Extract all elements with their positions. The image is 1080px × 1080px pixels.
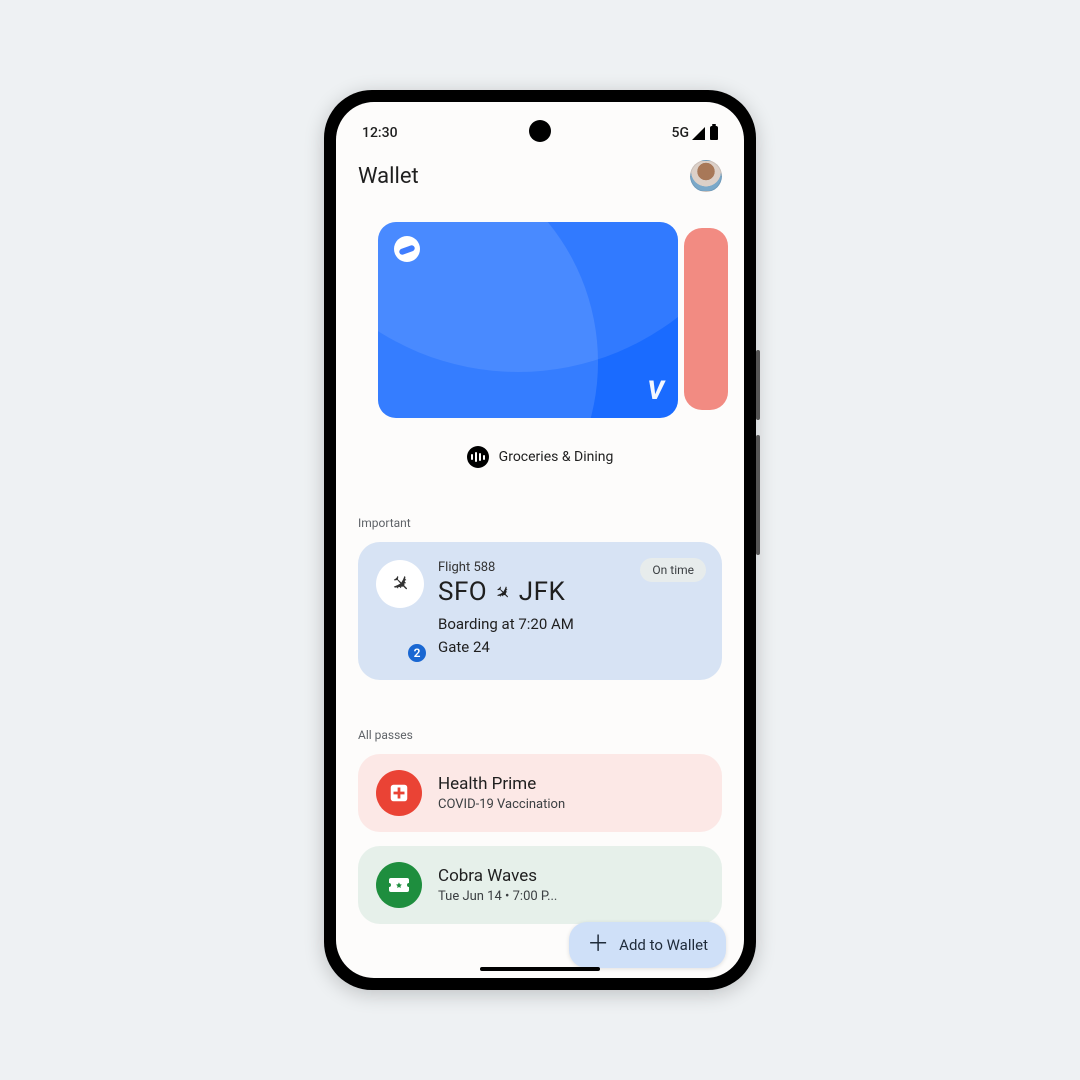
screen: 12:30 5G Wallet V [336, 102, 744, 978]
contactless-icon [467, 446, 489, 468]
flight-origin: SFO [438, 577, 487, 607]
flight-details: Boarding at 7:20 AM Gate 24 [438, 613, 704, 660]
card-label-row: Groceries & Dining [358, 446, 722, 468]
section-all-passes-label: All passes [358, 728, 722, 742]
phone-frame: 12:30 5G Wallet V [324, 90, 756, 990]
flight-icon-wrap: ✈ 2 [376, 560, 424, 660]
status-time: 12:30 [362, 125, 398, 141]
pass-text: Health Prime COVID-19 Vaccination [438, 774, 565, 812]
app-header: Wallet [336, 148, 744, 200]
front-camera [529, 120, 551, 142]
pass-text: Cobra Waves Tue Jun 14 • 7:00 P... [438, 866, 557, 904]
airplane-icon: ✈ [376, 560, 424, 608]
page-title: Wallet [358, 164, 419, 189]
flight-boarding: Boarding at 7:20 AM [438, 613, 704, 636]
payment-card-primary[interactable]: V [378, 222, 678, 418]
airplane-icon: ✈ [490, 580, 516, 606]
flight-count-badge: 2 [406, 642, 428, 664]
fab-label: Add to Wallet [619, 936, 708, 954]
battery-icon [710, 126, 718, 140]
status-right: 5G [672, 125, 719, 141]
card-issuer-icon [394, 236, 420, 262]
flight-status-chip: On time [640, 558, 706, 582]
add-to-wallet-button[interactable]: ＋ Add to Wallet [569, 922, 726, 968]
flight-gate: Gate 24 [438, 636, 704, 659]
flight-destination: JFK [519, 577, 566, 607]
card-carousel[interactable]: V [358, 222, 722, 432]
medical-icon [376, 770, 422, 816]
signal-icon [692, 127, 705, 140]
pass-subtitle: COVID-19 Vaccination [438, 797, 565, 812]
pass-card-event[interactable]: Cobra Waves Tue Jun 14 • 7:00 P... [358, 846, 722, 924]
status-network: 5G [672, 125, 690, 141]
avatar[interactable] [690, 160, 722, 192]
card-label: Groceries & Dining [499, 449, 614, 465]
pass-title: Health Prime [438, 774, 565, 794]
payment-card-secondary[interactable] [684, 228, 728, 410]
card-network-icon: V [647, 376, 662, 406]
pass-title: Cobra Waves [438, 866, 557, 886]
home-indicator[interactable] [480, 967, 600, 971]
flight-pass-card[interactable]: ✈ 2 Flight 588 SFO ✈ JFK Boarding at 7:2… [358, 542, 722, 680]
section-important-label: Important [358, 516, 722, 530]
pass-subtitle: Tue Jun 14 • 7:00 P... [438, 889, 557, 904]
content: V Groceries & Dining Important ✈ 2 Fligh… [336, 200, 744, 976]
pass-card-health[interactable]: Health Prime COVID-19 Vaccination [358, 754, 722, 832]
ticket-icon [376, 862, 422, 908]
